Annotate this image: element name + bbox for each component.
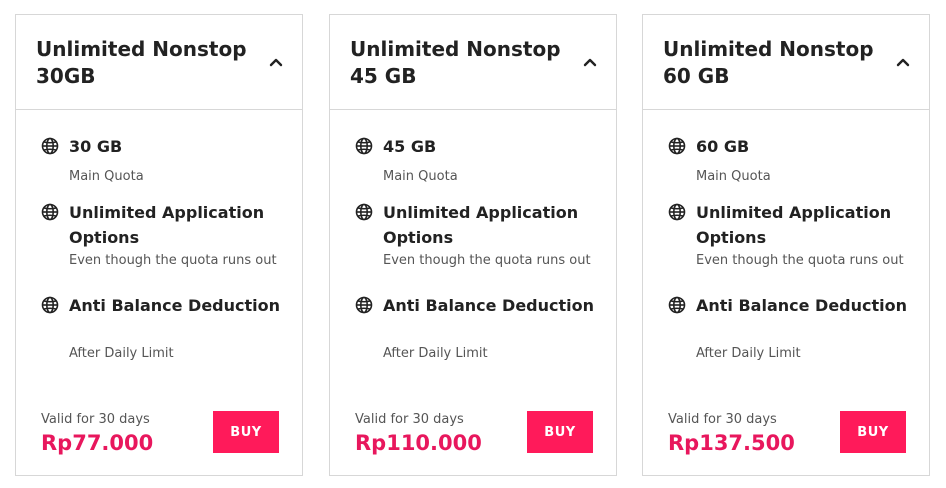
validity-text: Valid for 30 days <box>668 412 777 427</box>
chevron-up-icon[interactable] <box>583 57 597 67</box>
feature-title: Unlimited Application Options <box>383 203 579 247</box>
feature-title: Unlimited Application Options <box>69 203 265 247</box>
validity-text: Valid for 30 days <box>41 412 150 427</box>
feature-description: Main Quota <box>696 169 771 184</box>
validity-text: Valid for 30 days <box>355 412 464 427</box>
feature-title: Anti Balance Deduction <box>383 296 595 315</box>
price: Rp77.000 <box>41 431 154 455</box>
globe-icon <box>355 296 373 314</box>
feature-title: Unlimited Application Options <box>696 203 892 247</box>
buy-button[interactable]: BUY <box>840 411 906 453</box>
feature-description: After Daily Limit <box>696 346 801 361</box>
package-title: Unlimited Nonstop 60 GB <box>663 37 874 88</box>
package-card-header[interactable]: Unlimited Nonstop 30GB <box>16 15 302 110</box>
globe-icon <box>668 137 686 155</box>
package-title: Unlimited Nonstop 30GB <box>36 37 247 88</box>
chevron-up-icon[interactable] <box>269 57 283 67</box>
feature-description: Even though the quota runs out <box>383 253 591 268</box>
feature-description: After Daily Limit <box>383 346 488 361</box>
feature-description: Main Quota <box>383 169 458 184</box>
package-card: Unlimited Nonstop 45 GB 45 GB Main Quota… <box>329 14 617 476</box>
chevron-up-icon[interactable] <box>896 57 910 67</box>
price: Rp137.500 <box>668 431 795 455</box>
package-card-header[interactable]: Unlimited Nonstop 45 GB <box>330 15 616 110</box>
feature-description: Even though the quota runs out <box>69 253 277 268</box>
feature-title: 30 GB <box>69 137 123 156</box>
price: Rp110.000 <box>355 431 482 455</box>
globe-icon <box>41 203 59 221</box>
globe-icon <box>41 137 59 155</box>
feature-title: Anti Balance Deduction <box>696 296 908 315</box>
globe-icon <box>668 296 686 314</box>
package-title: Unlimited Nonstop 45 GB <box>350 37 561 88</box>
feature-description: After Daily Limit <box>69 346 174 361</box>
feature-title: Anti Balance Deduction <box>69 296 281 315</box>
globe-icon <box>668 203 686 221</box>
feature-title: 60 GB <box>696 137 750 156</box>
feature-title: 45 GB <box>383 137 437 156</box>
buy-button[interactable]: BUY <box>213 411 279 453</box>
globe-icon <box>355 137 373 155</box>
feature-description: Even though the quota runs out <box>696 253 904 268</box>
globe-icon <box>41 296 59 314</box>
feature-description: Main Quota <box>69 169 144 184</box>
package-card: Unlimited Nonstop 30GB 30 GB Main Quota … <box>15 14 303 476</box>
buy-button[interactable]: BUY <box>527 411 593 453</box>
package-card-header[interactable]: Unlimited Nonstop 60 GB <box>643 15 929 110</box>
package-card: Unlimited Nonstop 60 GB 60 GB Main Quota… <box>642 14 930 476</box>
globe-icon <box>355 203 373 221</box>
